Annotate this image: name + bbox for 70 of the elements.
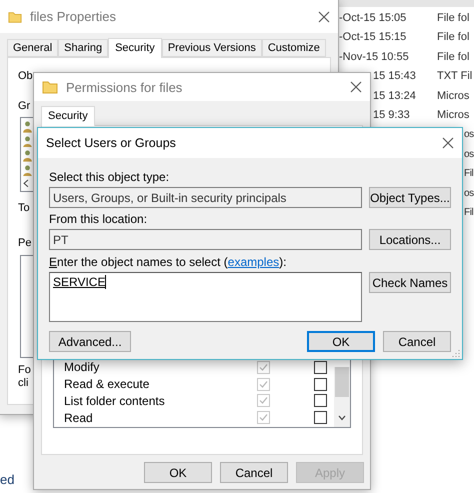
field-label: Pe (18, 237, 32, 250)
examples-link[interactable]: examples (228, 255, 280, 269)
window-title: Select Users or Groups (46, 136, 177, 150)
tab[interactable]: Security (108, 38, 162, 58)
deny-checkbox[interactable] (314, 411, 327, 424)
user-icon (23, 121, 32, 133)
type-cell: os (464, 148, 474, 160)
user-icon (23, 164, 32, 176)
note-text: cli (18, 377, 28, 390)
object-names-input[interactable]: SERVICE (49, 272, 362, 322)
check-names-button[interactable]: Check Names (369, 272, 451, 293)
permission-name: Read & execute (63, 377, 150, 392)
permission-name: Read (63, 410, 94, 425)
chevron-down-icon[interactable] (338, 415, 346, 421)
close-icon[interactable] (442, 137, 454, 149)
close-icon[interactable] (350, 81, 362, 93)
date-cell-text: 15 15:43 (373, 70, 417, 82)
status-text: ed (0, 472, 14, 487)
folder-icon (42, 79, 58, 95)
tab[interactable]: Previous Versions (162, 39, 262, 57)
type-cell: Micros (437, 109, 470, 122)
close-icon[interactable] (318, 10, 330, 22)
window-title: files Properties (30, 9, 117, 24)
field-label: Enter the object names to select (examples): (49, 254, 288, 271)
scroll-thumb[interactable] (335, 367, 349, 397)
date-cell-text: -Oct-15 15:15 (339, 31, 408, 44)
type-cell: File fol (437, 12, 470, 24)
tab[interactable]: Sharing (58, 39, 108, 57)
date-cell-text: -Nov-15 10:55 (339, 50, 410, 63)
dialog-button[interactable]: Cancel (220, 462, 288, 483)
resize-grip-icon[interactable] (452, 349, 460, 357)
scrollbar[interactable] (334, 367, 350, 427)
locations-button[interactable]: Locations... (369, 229, 451, 250)
advanced-button[interactable]: Advanced... (49, 331, 131, 352)
tab[interactable]: General (7, 39, 58, 57)
deny-checkbox[interactable] (314, 394, 327, 408)
type-cell: Fil (464, 168, 474, 180)
deny-checkbox[interactable] (314, 378, 327, 391)
dialog-button[interactable]: OK (144, 462, 212, 483)
type-cell: TXT Fil (437, 70, 472, 82)
location-field: PT (49, 229, 362, 250)
tab[interactable]: Customize (262, 39, 326, 57)
object-types-button[interactable]: Object Types... (369, 187, 451, 208)
date-cell-text: 15 13:24 (373, 90, 417, 102)
deny-checkbox[interactable] (314, 360, 327, 374)
cancel-button[interactable]: Cancel (383, 331, 451, 352)
object-type-field: Users, Groups, or Built-in security principals (49, 187, 362, 208)
scroll-left-icon[interactable] (23, 179, 29, 188)
note-text: Fo (18, 364, 31, 377)
user-icon (23, 136, 32, 148)
permission-name: List folder contents (63, 394, 166, 408)
window-title: Permissions for files (66, 80, 184, 94)
type-cell: os (464, 188, 474, 199)
permission-name: Modify (63, 360, 100, 374)
folder-icon (8, 10, 22, 24)
date-cell-text: 15 9:33 (373, 109, 411, 122)
ok-button[interactable]: OK (307, 331, 375, 352)
type-cell: Fil (464, 207, 474, 218)
field-label: Gr (18, 100, 30, 113)
type-cell: File fol (437, 50, 470, 63)
type-cell: Micros (437, 90, 470, 102)
tab[interactable]: Security (41, 106, 95, 126)
user-icon (23, 150, 32, 162)
field-label: Select this object type: (49, 169, 170, 186)
field-label: Ob (18, 70, 33, 83)
date-cell-text: -Oct-15 15:05 (339, 12, 408, 24)
field-label: To (18, 202, 30, 215)
field-label: From this location: (49, 211, 148, 228)
type-cell: File fol (437, 31, 470, 44)
type-cell: os (464, 129, 474, 140)
